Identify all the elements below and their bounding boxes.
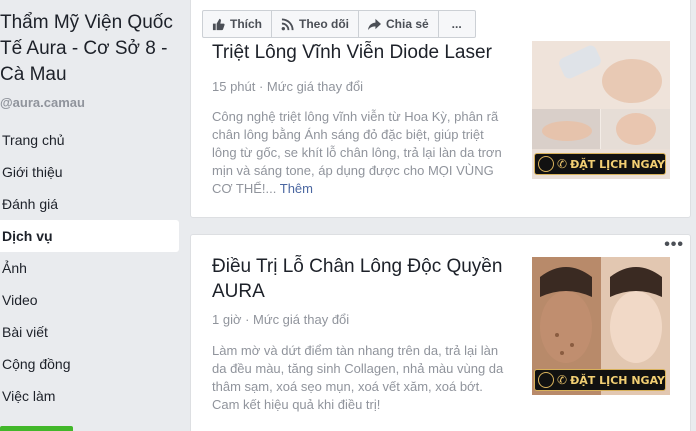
phone-icon: ✆ bbox=[557, 157, 568, 171]
follow-button[interactable]: Theo dõi bbox=[271, 10, 359, 38]
service-card: ••• Điều Trị Lỗ Chân Lông Độc Quyền AURA… bbox=[190, 234, 691, 431]
more-icon: ... bbox=[451, 17, 462, 31]
service-image[interactable]: ✆ ĐẶT LỊCH NGAY bbox=[532, 257, 670, 395]
service-description: Làm mờ và dứt điểm tàn nhang trên da, tr… bbox=[212, 343, 504, 412]
booking-badge[interactable]: ✆ ĐẶT LỊCH NGAY bbox=[534, 153, 666, 175]
nav-item-services[interactable]: Dịch vụ bbox=[0, 220, 179, 252]
like-label: Thích bbox=[230, 17, 262, 31]
like-button[interactable]: Thích bbox=[202, 10, 272, 38]
share-arrow-icon bbox=[368, 18, 381, 30]
follow-label: Theo dõi bbox=[299, 17, 349, 31]
rss-icon bbox=[281, 17, 294, 30]
aura-logo bbox=[538, 156, 554, 172]
service-meta: 1 giờ · Mức giá thay đổi bbox=[212, 312, 350, 327]
booking-badge[interactable]: ✆ ĐẶT LỊCH NGAY bbox=[534, 369, 666, 391]
phone-icon: ✆ bbox=[557, 373, 568, 387]
share-label: Chia sẻ bbox=[386, 17, 429, 31]
booking-badge-label: ĐẶT LỊCH NGAY bbox=[570, 157, 665, 171]
nav-item-community[interactable]: Cộng đồng bbox=[0, 348, 180, 380]
page-handle[interactable]: @aura.camau bbox=[0, 95, 85, 110]
description-text: Công nghệ triệt lông vĩnh viễn từ Hoa Kỳ… bbox=[212, 109, 502, 196]
aura-logo bbox=[538, 372, 554, 388]
share-button[interactable]: Chia sẻ bbox=[358, 10, 439, 38]
nav-item-jobs[interactable]: Việc làm bbox=[0, 380, 180, 412]
nav-item-photos[interactable]: Ảnh bbox=[0, 252, 180, 284]
service-title[interactable]: Triệt Lông Vĩnh Viễn Diode Laser bbox=[212, 40, 512, 65]
nav-item-reviews[interactable]: Đánh giá bbox=[0, 188, 180, 220]
service-image[interactable]: ✆ ĐẶT LỊCH NGAY bbox=[532, 41, 670, 179]
nav-item-about[interactable]: Giới thiệu bbox=[0, 156, 180, 188]
page-action-bar: Thích Theo dõi Chia sẻ ... bbox=[202, 10, 476, 38]
service-meta: 15 phút · Mức giá thay đổi bbox=[212, 79, 364, 94]
nav-item-posts[interactable]: Bài viết bbox=[0, 316, 180, 348]
booking-badge-label: ĐẶT LỊCH NGAY bbox=[570, 373, 665, 387]
nav-item-home[interactable]: Trang chủ bbox=[0, 124, 180, 156]
more-options-button[interactable]: ... bbox=[437, 10, 476, 38]
thumbs-up-icon bbox=[212, 18, 225, 30]
service-description: Công nghệ triệt lông vĩnh viễn từ Hoa Kỳ… bbox=[212, 108, 508, 198]
cta-button[interactable] bbox=[0, 426, 73, 431]
card-menu-icon[interactable]: ••• bbox=[664, 237, 684, 253]
page-nav: Trang chủ Giới thiệu Đánh giá Dịch vụ Ản… bbox=[0, 124, 180, 412]
left-sidebar: Thẩm Mỹ Viện Quốc Tế Aura - Cơ Sở 8 - Cà… bbox=[0, 0, 180, 431]
nav-item-videos[interactable]: Video bbox=[0, 284, 180, 316]
page-name[interactable]: Thẩm Mỹ Viện Quốc Tế Aura - Cơ Sở 8 - Cà… bbox=[0, 10, 178, 88]
see-more-link[interactable]: Thêm bbox=[280, 181, 313, 196]
service-title[interactable]: Điều Trị Lỗ Chân Lông Độc Quyền AURA bbox=[212, 254, 512, 304]
